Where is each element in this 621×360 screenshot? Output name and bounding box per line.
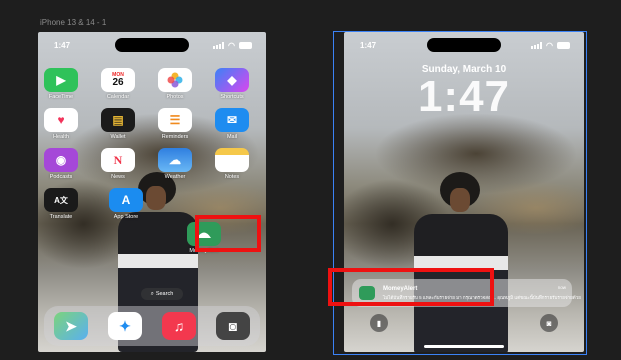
app-facetime[interactable]: ▶ FaceTime bbox=[41, 68, 81, 100]
app-health[interactable]: ♥ Health bbox=[41, 108, 81, 140]
app-label: Health bbox=[53, 134, 69, 140]
app-label: FaceTime bbox=[48, 94, 74, 100]
photos-icon bbox=[158, 68, 192, 92]
app-shortcuts[interactable]: ◆ Shortcuts bbox=[212, 68, 252, 100]
app-podcasts[interactable]: ◉ Podcasts bbox=[41, 148, 81, 180]
home-screen: 1:47 ◠ ▶ FaceTime MON 26 Calendar Photos bbox=[38, 32, 266, 352]
app-label: App Store bbox=[113, 214, 139, 220]
app-label: Wallet bbox=[110, 134, 126, 140]
app-weather[interactable]: ☁ Weather bbox=[155, 148, 195, 180]
battery-icon bbox=[239, 42, 252, 49]
app-label: Podcasts bbox=[49, 174, 73, 180]
app-label: Shortcuts bbox=[220, 94, 244, 100]
translate-icon: A文 bbox=[44, 188, 78, 212]
dynamic-island bbox=[115, 38, 189, 52]
app-news[interactable]: N News bbox=[98, 148, 138, 180]
shortcuts-icon: ◆ bbox=[215, 68, 249, 92]
maps-icon[interactable]: ➤ bbox=[54, 312, 88, 340]
status-bar: 1:47 ◠ bbox=[38, 38, 266, 52]
app-label: Notes bbox=[224, 174, 240, 180]
frame-label: iPhone 13 & 14 - 1 bbox=[40, 18, 107, 27]
facetime-icon: ▶ bbox=[44, 68, 78, 92]
dock: ➤ ✦ ♫ ◙ bbox=[44, 306, 260, 346]
podcasts-icon: ◉ bbox=[44, 148, 78, 172]
news-icon: N bbox=[101, 148, 135, 172]
app-label: Calendar bbox=[106, 94, 130, 100]
weather-icon: ☁ bbox=[158, 148, 192, 172]
safari-icon[interactable]: ✦ bbox=[108, 312, 142, 340]
app-label: Reminders bbox=[161, 134, 189, 140]
app-app-store[interactable]: A App Store bbox=[106, 188, 146, 220]
app-label: News bbox=[111, 174, 125, 180]
status-time: 1:47 bbox=[54, 41, 71, 50]
selection-outline bbox=[333, 31, 587, 355]
search-pill[interactable]: ⌕ Search bbox=[141, 288, 183, 300]
app-reminders[interactable]: ☰ Reminders bbox=[155, 108, 195, 140]
notes-icon bbox=[215, 148, 249, 172]
calendar-date: 26 bbox=[112, 76, 124, 88]
music-icon[interactable]: ♫ bbox=[162, 312, 196, 340]
wifi-icon: ◠ bbox=[228, 41, 235, 50]
app-notes[interactable]: Notes bbox=[212, 148, 252, 180]
app-label: Mail bbox=[226, 134, 238, 140]
reminders-icon: ☰ bbox=[158, 108, 192, 132]
app-wallet[interactable]: ▤ Wallet bbox=[98, 108, 138, 140]
highlight-box-app bbox=[195, 215, 261, 252]
app-label: Photos bbox=[166, 94, 184, 100]
highlight-box-notification bbox=[328, 268, 494, 306]
health-icon: ♥ bbox=[44, 108, 78, 132]
calendar-icon: MON 26 bbox=[101, 68, 135, 92]
design-canvas: iPhone 13 & 14 - 1 1:47 ◠ ▶ FaceTime MON bbox=[0, 0, 621, 360]
search-icon: ⌕ bbox=[150, 290, 154, 297]
app-label: Weather bbox=[164, 174, 186, 180]
app-translate[interactable]: A文 Translate bbox=[41, 188, 81, 220]
app-mail[interactable]: ✉ Mail bbox=[212, 108, 252, 140]
camera-icon[interactable]: ◙ bbox=[216, 312, 250, 340]
signal-icon bbox=[213, 42, 225, 49]
app-label: Translate bbox=[49, 214, 73, 220]
mail-icon: ✉ bbox=[215, 108, 249, 132]
app-photos[interactable]: Photos bbox=[155, 68, 195, 100]
app-store-icon: A bbox=[109, 188, 143, 212]
app-calendar[interactable]: MON 26 Calendar bbox=[98, 68, 138, 100]
search-label: Search bbox=[155, 291, 174, 297]
wallet-icon: ▤ bbox=[101, 108, 135, 132]
